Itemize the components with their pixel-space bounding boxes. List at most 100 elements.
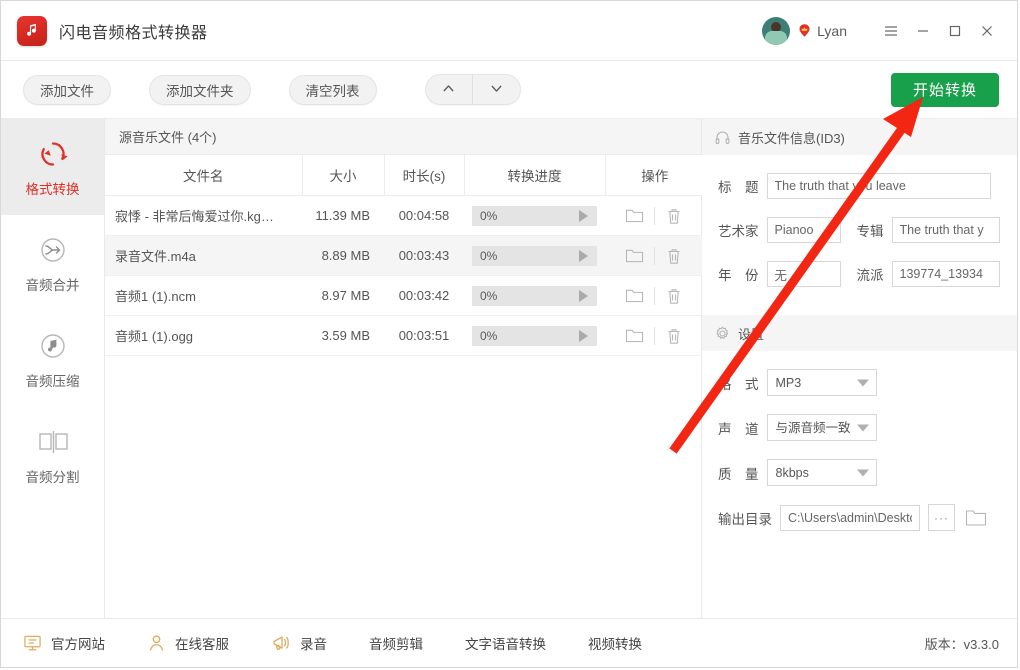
table-row[interactable]: 音频1 (1).ogg 3.59 MB 00:03:51 0%	[105, 316, 704, 356]
id3-artist-label: 艺术家	[718, 220, 759, 240]
folder-icon[interactable]	[615, 247, 654, 264]
id3-year-genre-row: 年 份 流派	[702, 261, 1017, 287]
column-header-filename: 文件名	[105, 155, 302, 196]
output-dir-label: 输出目录	[718, 508, 772, 528]
id3-panel-title: 音乐文件信息(ID3)	[738, 128, 845, 147]
minimize-icon[interactable]	[907, 15, 939, 47]
add-file-button[interactable]: 添加文件	[23, 75, 111, 105]
close-icon[interactable]	[971, 15, 1003, 47]
toolbar: 添加文件 添加文件夹 清空列表 开始转换	[1, 61, 1017, 119]
version-label: 版本：v3.3.0	[925, 634, 999, 653]
progress-value: 0%	[480, 249, 497, 263]
trash-icon[interactable]	[655, 247, 694, 265]
folder-icon[interactable]	[615, 207, 654, 224]
id3-genre-input[interactable]	[892, 261, 1000, 287]
cell-duration: 00:03:42	[384, 276, 464, 316]
column-header-progress: 转换进度	[464, 155, 605, 196]
move-buttons-group	[425, 74, 521, 105]
cell-size: 8.89 MB	[302, 236, 384, 276]
cell-duration: 00:03:43	[384, 236, 464, 276]
move-down-button[interactable]	[473, 75, 520, 104]
progress-value: 0%	[480, 289, 497, 303]
maximize-icon[interactable]	[939, 15, 971, 47]
sidebar: 格式转换 音频合并	[1, 119, 105, 618]
table-header-row: 文件名 大小 时长(s) 转换进度 操作	[105, 155, 704, 196]
footer-item-record[interactable]: 录音	[271, 633, 327, 653]
play-icon[interactable]	[579, 250, 588, 262]
footer-item-video-convert[interactable]: 视频转换	[588, 633, 642, 653]
progress-bar: 0%	[472, 206, 597, 226]
table-row[interactable]: 录音文件.m4a 8.89 MB 00:03:43 0%	[105, 236, 704, 276]
id3-artist-input[interactable]	[767, 217, 841, 243]
id3-year-input[interactable]	[767, 261, 841, 287]
quality-row: 质 量 8kbps	[702, 459, 1017, 486]
vip-crown-icon	[797, 23, 812, 38]
settings-panel-header: 设置	[702, 315, 1017, 351]
file-list-panel: 源音乐文件 (4个) 文件名 大小 时长(s) 转换进度 操作	[105, 119, 702, 618]
footer-item-online-service[interactable]: 在线客服	[147, 633, 229, 653]
table-row[interactable]: 音频1 (1).ncm 8.97 MB 00:03:42 0%	[105, 276, 704, 316]
quality-select-wrap: 8kbps	[767, 459, 877, 486]
format-select[interactable]: MP3	[767, 369, 877, 396]
sidebar-item-audio-merge[interactable]: 音频合并	[1, 215, 104, 311]
channel-select[interactable]: 与源音频一致	[767, 414, 877, 441]
play-icon[interactable]	[579, 330, 588, 342]
cell-size: 11.39 MB	[302, 196, 384, 236]
move-up-button[interactable]	[426, 75, 473, 104]
start-convert-button[interactable]: 开始转换	[891, 73, 999, 107]
megaphone-icon	[271, 634, 291, 652]
footer-item-audio-edit[interactable]: 音频剪辑	[369, 633, 423, 653]
clear-list-button[interactable]: 清空列表	[289, 75, 377, 105]
trash-icon[interactable]	[655, 287, 694, 305]
cell-actions	[605, 236, 704, 276]
sidebar-item-audio-split[interactable]: 音频分割	[1, 407, 104, 503]
refresh-circle-icon	[37, 137, 69, 171]
format-row: 格 式 MP3	[702, 369, 1017, 396]
user-area[interactable]: Lyan	[762, 17, 847, 45]
person-icon	[147, 634, 166, 652]
cell-progress: 0%	[464, 236, 605, 276]
folder-icon[interactable]	[615, 327, 654, 344]
file-table: 文件名 大小 时长(s) 转换进度 操作 寂悸 - 非常后悔爱过你.kg… 11…	[105, 155, 704, 356]
cell-progress: 0%	[464, 276, 605, 316]
browse-button[interactable]: ···	[928, 504, 955, 531]
sidebar-item-audio-compress[interactable]: 音频压缩	[1, 311, 104, 407]
cell-progress: 0%	[464, 196, 605, 236]
id3-title-input[interactable]	[767, 173, 991, 199]
sidebar-item-label: 音频合并	[26, 274, 80, 294]
split-icon	[36, 425, 70, 459]
output-dir-input[interactable]	[780, 505, 920, 531]
quality-label: 质 量	[718, 463, 759, 483]
avatar[interactable]	[762, 17, 790, 45]
footer-item-label: 在线客服	[175, 633, 229, 653]
footer-item-text-to-speech[interactable]: 文字语音转换	[465, 633, 546, 653]
progress-value: 0%	[480, 209, 497, 223]
quality-select[interactable]: 8kbps	[767, 459, 877, 486]
footer-item-official-website[interactable]: 官方网站	[23, 633, 105, 653]
add-folder-button[interactable]: 添加文件夹	[149, 75, 251, 105]
footer-item-label: 视频转换	[588, 633, 642, 653]
table-row[interactable]: 寂悸 - 非常后悔爱过你.kg… 11.39 MB 00:04:58 0%	[105, 196, 704, 236]
trash-icon[interactable]	[655, 327, 694, 345]
id3-artist-album-row: 艺术家 专辑	[702, 217, 1017, 243]
play-icon[interactable]	[579, 290, 588, 302]
menu-icon[interactable]	[875, 15, 907, 47]
app-logo-icon	[17, 16, 47, 46]
id3-year-label: 年 份	[718, 264, 759, 284]
sidebar-item-format-convert[interactable]: 格式转换	[1, 119, 104, 215]
trash-icon[interactable]	[655, 207, 694, 225]
channel-row: 声 道 与源音频一致	[702, 414, 1017, 441]
play-icon[interactable]	[579, 210, 588, 222]
chevron-down-icon	[488, 80, 505, 100]
cell-filename: 音频1 (1).ogg	[105, 316, 302, 356]
folder-icon[interactable]	[615, 287, 654, 304]
channel-label: 声 道	[718, 418, 759, 438]
cell-duration: 00:04:58	[384, 196, 464, 236]
main-body: 格式转换 音频合并	[1, 119, 1017, 619]
cell-size: 8.97 MB	[302, 276, 384, 316]
footer-item-label: 官方网站	[51, 633, 105, 653]
avatar-body	[765, 31, 787, 45]
open-output-folder-icon[interactable]	[965, 508, 987, 527]
chevron-up-icon	[440, 80, 457, 100]
id3-album-input[interactable]	[892, 217, 1000, 243]
